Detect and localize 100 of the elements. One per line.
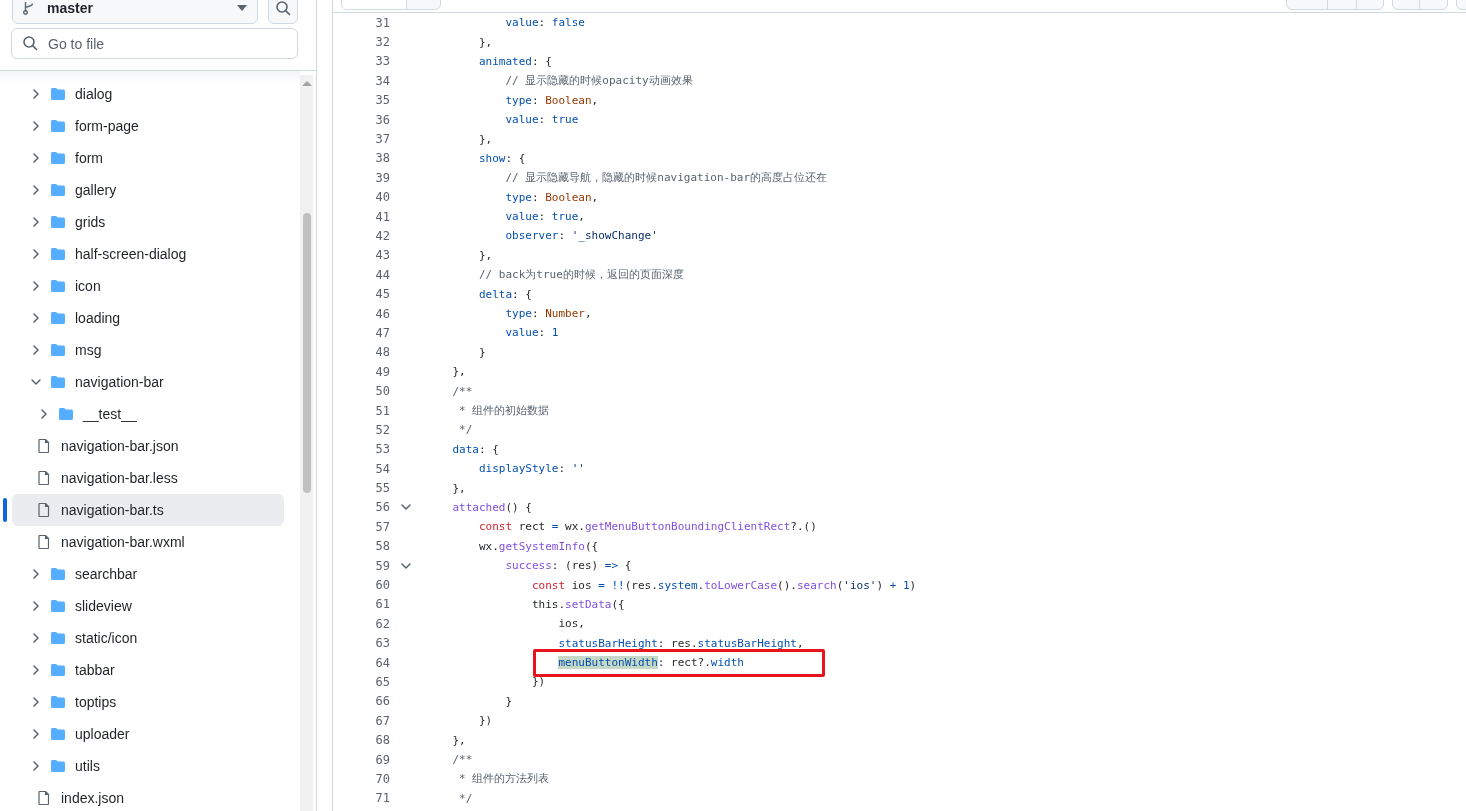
code-line: }, <box>477 132 493 146</box>
folder-item[interactable]: static/icon <box>12 622 284 654</box>
code-line: /** <box>451 753 473 767</box>
line-number: 54 <box>374 461 390 476</box>
folder-item[interactable]: half-screen-dialog <box>12 238 284 270</box>
folder-item[interactable]: slideview <box>12 590 284 622</box>
code-line: menuButtonWidth: rect?.width <box>557 656 744 670</box>
code-line: type: Number, <box>504 307 592 321</box>
line-number: 46 <box>374 306 390 321</box>
selection-indicator <box>3 498 7 522</box>
folder-item[interactable]: utils <box>12 750 284 782</box>
folder-icon <box>50 598 66 614</box>
file-item[interactable]: navigation-bar.less <box>12 462 284 494</box>
line-number: 56 <box>374 500 390 515</box>
folder-item[interactable]: icon <box>12 270 284 302</box>
search-icon <box>22 35 38 51</box>
line-number: 55 <box>374 481 390 496</box>
line-number: 60 <box>374 578 390 592</box>
file-icon <box>36 534 52 550</box>
code-line: /** <box>451 384 473 398</box>
folder-icon <box>50 662 66 678</box>
code-line: */ <box>458 791 473 805</box>
folder-icon <box>50 758 66 774</box>
code-line: displayStyle: '' <box>477 462 585 476</box>
line-number: 33 <box>374 54 390 69</box>
line-number: 37 <box>374 132 390 147</box>
folder-item[interactable]: toptips <box>12 686 284 718</box>
code-line: value: false <box>504 16 585 30</box>
code-line: // 显示隐藏导航，隐藏的时候navigation-bar的高度占位还在 <box>504 170 828 186</box>
branch-selector[interactable]: master <box>12 0 258 24</box>
line-number: 31 <box>374 15 390 30</box>
folder-item[interactable]: searchbar <box>12 558 284 590</box>
line-number: 40 <box>374 190 390 205</box>
line-number: 62 <box>374 616 390 631</box>
folder-item[interactable]: gallery <box>12 174 284 206</box>
folder-item[interactable]: tabbar <box>12 654 284 686</box>
code-line: }, <box>451 733 466 747</box>
line-number: 41 <box>374 209 390 224</box>
folder-icon <box>50 310 66 326</box>
search-field[interactable]: Go to file <box>11 28 298 59</box>
code-line: }, <box>451 365 466 379</box>
folder-icon <box>50 342 66 358</box>
line-number: 45 <box>374 287 390 302</box>
line-number: 42 <box>374 229 390 243</box>
line-number: 48 <box>374 345 390 360</box>
file-item[interactable]: navigation-bar.wxml <box>12 526 284 558</box>
folder-icon <box>50 726 66 742</box>
folder-icon <box>50 694 66 710</box>
folder-icon <box>50 86 66 102</box>
folder-item[interactable]: dialog <box>12 78 284 110</box>
code-line: }) <box>477 714 493 728</box>
line-number: 47 <box>374 325 390 340</box>
folder-icon <box>50 566 66 582</box>
line-number: 69 <box>374 752 390 767</box>
line-number: 67 <box>374 713 390 728</box>
folder-item[interactable]: grids <box>12 206 284 238</box>
folder-item[interactable]: loading <box>12 302 284 334</box>
code-line: observer: '_showChange' <box>504 229 658 243</box>
folder-item[interactable]: msg <box>12 334 284 366</box>
folder-item[interactable]: navigation-bar <box>12 366 284 398</box>
code-line: value: true, <box>504 210 585 224</box>
code-line: delta: { <box>477 287 532 301</box>
scrollbar[interactable] <box>300 75 313 811</box>
line-number: 64 <box>374 655 390 670</box>
folder-icon <box>58 406 74 422</box>
line-number: 65 <box>374 674 390 689</box>
file-item[interactable]: navigation-bar.json <box>12 430 284 462</box>
line-number: 36 <box>374 112 390 127</box>
search-button[interactable] <box>268 0 298 24</box>
code-line: this.setData({ <box>530 597 625 611</box>
code-line: // back为true的时候，返回的页面深度 <box>477 267 684 283</box>
code-line: const ios = !!(res.system.toLowerCase().search('ios') + 1) <box>530 578 917 592</box>
search-icon <box>275 0 291 16</box>
file-icon <box>36 502 52 518</box>
line-number: 68 <box>374 733 390 748</box>
folder-icon <box>50 246 66 262</box>
folder-item[interactable]: form <box>12 142 284 174</box>
file-icon <box>36 790 52 806</box>
line-number: 50 <box>374 384 390 399</box>
code-line: success: (res) => { <box>504 559 632 573</box>
folder-item[interactable]: form-page <box>12 110 284 142</box>
file-item[interactable]: index.json <box>12 782 284 811</box>
code-line: * 组件的初始数据 <box>458 403 550 418</box>
code-line: attached() { <box>451 500 532 514</box>
line-number: 52 <box>374 422 390 437</box>
code-line: } <box>504 694 513 708</box>
line-number: 32 <box>374 35 390 50</box>
scrollbar-thumb[interactable] <box>302 213 311 493</box>
folder-icon <box>50 150 66 166</box>
folder-item[interactable]: uploader <box>12 718 284 750</box>
folder-icon <box>50 374 66 390</box>
line-number: 35 <box>374 93 390 108</box>
folder-icon <box>50 182 66 198</box>
folder-item[interactable]: __test__ <box>12 398 284 430</box>
line-number: 39 <box>374 170 390 185</box>
folder-icon <box>50 278 66 294</box>
line-number: 63 <box>374 636 390 651</box>
code-line: data: { <box>451 442 499 456</box>
code-line: // 显示隐藏的时候opacity动画效果 <box>504 73 693 89</box>
line-number: 51 <box>374 403 390 418</box>
